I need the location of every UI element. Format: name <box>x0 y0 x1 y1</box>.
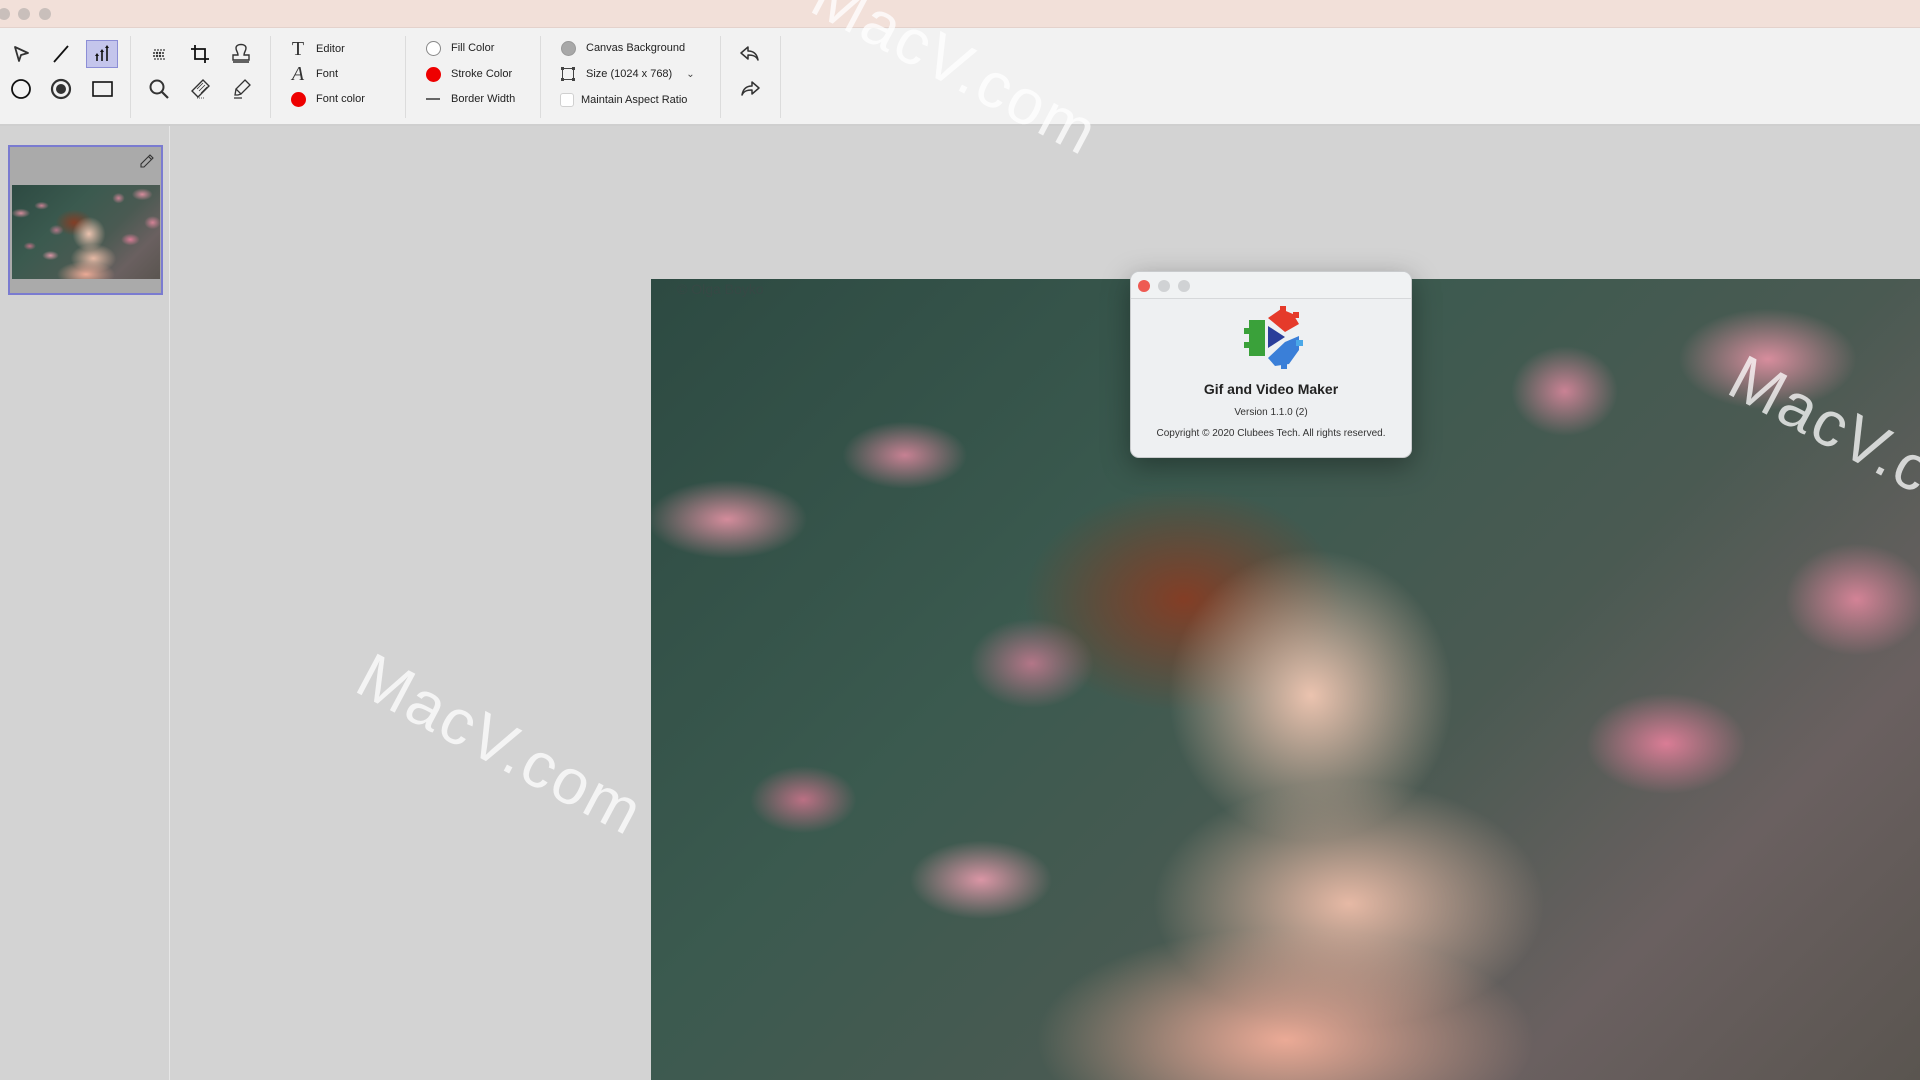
eraser-icon <box>191 79 210 99</box>
border-width-button[interactable]: Border Width <box>425 89 515 109</box>
select-tool-button[interactable] <box>5 40 37 68</box>
arrow-pointer-icon <box>14 46 29 62</box>
frame-thumbnail-image <box>12 185 160 279</box>
line-icon <box>53 45 69 63</box>
chevron-down-icon: ⌄ <box>686 68 695 80</box>
eraser-tool-button[interactable] <box>184 75 216 103</box>
ellipse-tool-button[interactable] <box>5 75 37 103</box>
undo-button[interactable] <box>734 40 766 68</box>
stamp-icon <box>232 43 250 63</box>
stroke-color-label: Stroke Color <box>451 68 513 80</box>
canvas-size-dropdown[interactable]: Size (1024 x 768) ⌄ <box>560 64 695 84</box>
about-version: Version 1.1.0 (2) <box>1234 407 1308 418</box>
undo-icon <box>740 46 759 61</box>
frame-thumbnail[interactable] <box>8 145 163 295</box>
radio-circle-icon <box>50 78 72 100</box>
fill-color-label: Fill Color <box>451 42 495 54</box>
window-titlebar <box>0 0 1920 28</box>
resize-frame-icon <box>561 67 575 81</box>
canvas-background-swatch <box>560 40 576 56</box>
about-copyright: Copyright © 2020 Clubees Tech. All right… <box>1156 428 1386 439</box>
about-minimize-button[interactable] <box>1158 280 1170 292</box>
app-logo-icon <box>1244 306 1303 369</box>
minimize-window-button[interactable] <box>18 8 30 20</box>
fill-color-swatch <box>425 40 441 56</box>
magnifier-icon <box>149 79 169 99</box>
toolbar-separator <box>720 36 721 118</box>
filled-circle-tool-button[interactable] <box>45 75 77 103</box>
border-width-label: Border Width <box>451 93 516 105</box>
font-a-icon: A <box>291 62 305 85</box>
toolbar: T Editor A Font Font color Fill Color St… <box>0 28 1920 126</box>
frames-sidebar <box>0 126 170 1080</box>
about-app-name: Gif and Video Maker <box>1203 381 1339 397</box>
highlighter-icon <box>234 79 251 99</box>
highlighter-tool-button[interactable] <box>225 75 257 103</box>
crop-tool-button[interactable] <box>184 40 216 68</box>
redo-button[interactable] <box>734 75 766 103</box>
rectangle-icon <box>92 81 113 97</box>
font-color-button[interactable]: Font color <box>290 89 365 109</box>
pencil-icon[interactable] <box>139 153 155 169</box>
aspect-ratio-checkbox-box[interactable] <box>560 93 574 107</box>
chart-tool-button[interactable] <box>86 40 118 68</box>
about-close-button[interactable] <box>1138 280 1150 292</box>
stroke-color-button[interactable]: Stroke Color <box>425 64 512 84</box>
stamp-tool-button[interactable] <box>225 40 257 68</box>
fill-color-button[interactable]: Fill Color <box>425 38 494 58</box>
close-window-button[interactable] <box>0 8 10 20</box>
watermark-text: MacV.com <box>345 638 656 850</box>
canvas-size-label: Size (1024 x 768) <box>586 68 673 80</box>
toolbar-separator <box>780 36 781 118</box>
canvas-background-button[interactable]: Canvas Background <box>560 38 685 58</box>
pixelate-tool-button[interactable] <box>143 40 175 68</box>
text-t-icon: T <box>291 37 305 60</box>
editor-label: Editor <box>316 43 345 55</box>
rectangle-tool-button[interactable] <box>86 75 118 103</box>
photo-credit: © Olga Boyko <box>677 281 764 297</box>
text-editor-button[interactable]: T Editor <box>290 37 345 60</box>
toolbar-separator <box>130 36 131 118</box>
font-color-swatch <box>290 91 306 107</box>
font-button[interactable]: A Font <box>290 62 339 85</box>
font-color-label: Font color <box>316 93 365 105</box>
crop-icon <box>191 45 209 63</box>
toolbar-separator <box>405 36 406 118</box>
zoom-window-button[interactable] <box>39 8 51 20</box>
pixelate-icon <box>153 49 165 60</box>
toolbar-separator <box>270 36 271 118</box>
stroke-color-swatch <box>425 66 441 82</box>
redo-icon <box>741 81 760 96</box>
about-dialog-titlebar <box>1131 272 1411 299</box>
toolbar-separator <box>540 36 541 118</box>
zoom-tool-button[interactable] <box>143 75 175 103</box>
line-tool-button[interactable] <box>45 40 77 68</box>
bar-arrows-icon <box>95 45 109 61</box>
about-zoom-button[interactable] <box>1178 280 1190 292</box>
border-width-line-icon <box>426 98 440 100</box>
circle-icon <box>11 79 31 99</box>
maintain-aspect-ratio-label: Maintain Aspect Ratio <box>581 94 688 106</box>
font-label: Font <box>316 68 339 80</box>
about-dialog: Gif and Video Maker Version 1.1.0 (2) Co… <box>1130 271 1412 458</box>
maintain-aspect-ratio-checkbox[interactable]: Maintain Aspect Ratio <box>560 90 687 110</box>
canvas-background-label: Canvas Background <box>586 42 686 54</box>
